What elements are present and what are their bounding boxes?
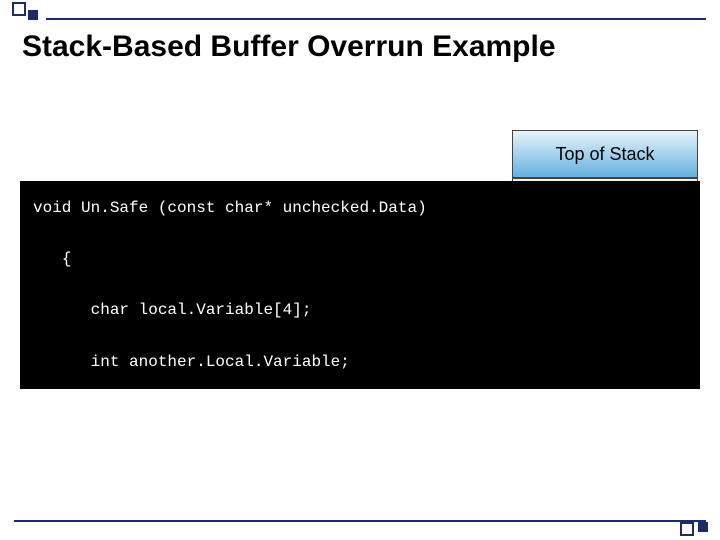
slide: Stack-Based Buffer Overrun Example Top o… xyxy=(0,0,720,540)
code-block: void Un.Safe (const char* unchecked.Data… xyxy=(20,181,700,389)
square-outline-icon xyxy=(12,2,26,16)
slide-title: Stack-Based Buffer Overrun Example xyxy=(22,30,556,64)
square-fill-icon xyxy=(698,522,708,532)
top-decoration xyxy=(0,0,720,18)
divider xyxy=(46,18,706,20)
divider xyxy=(14,520,706,522)
code-text: void Un.Safe (const char* unchecked.Data… xyxy=(33,196,687,478)
square-fill-icon xyxy=(28,10,38,20)
square-outline-icon xyxy=(680,522,694,536)
stack-cell-top: Top of Stack xyxy=(512,130,698,178)
